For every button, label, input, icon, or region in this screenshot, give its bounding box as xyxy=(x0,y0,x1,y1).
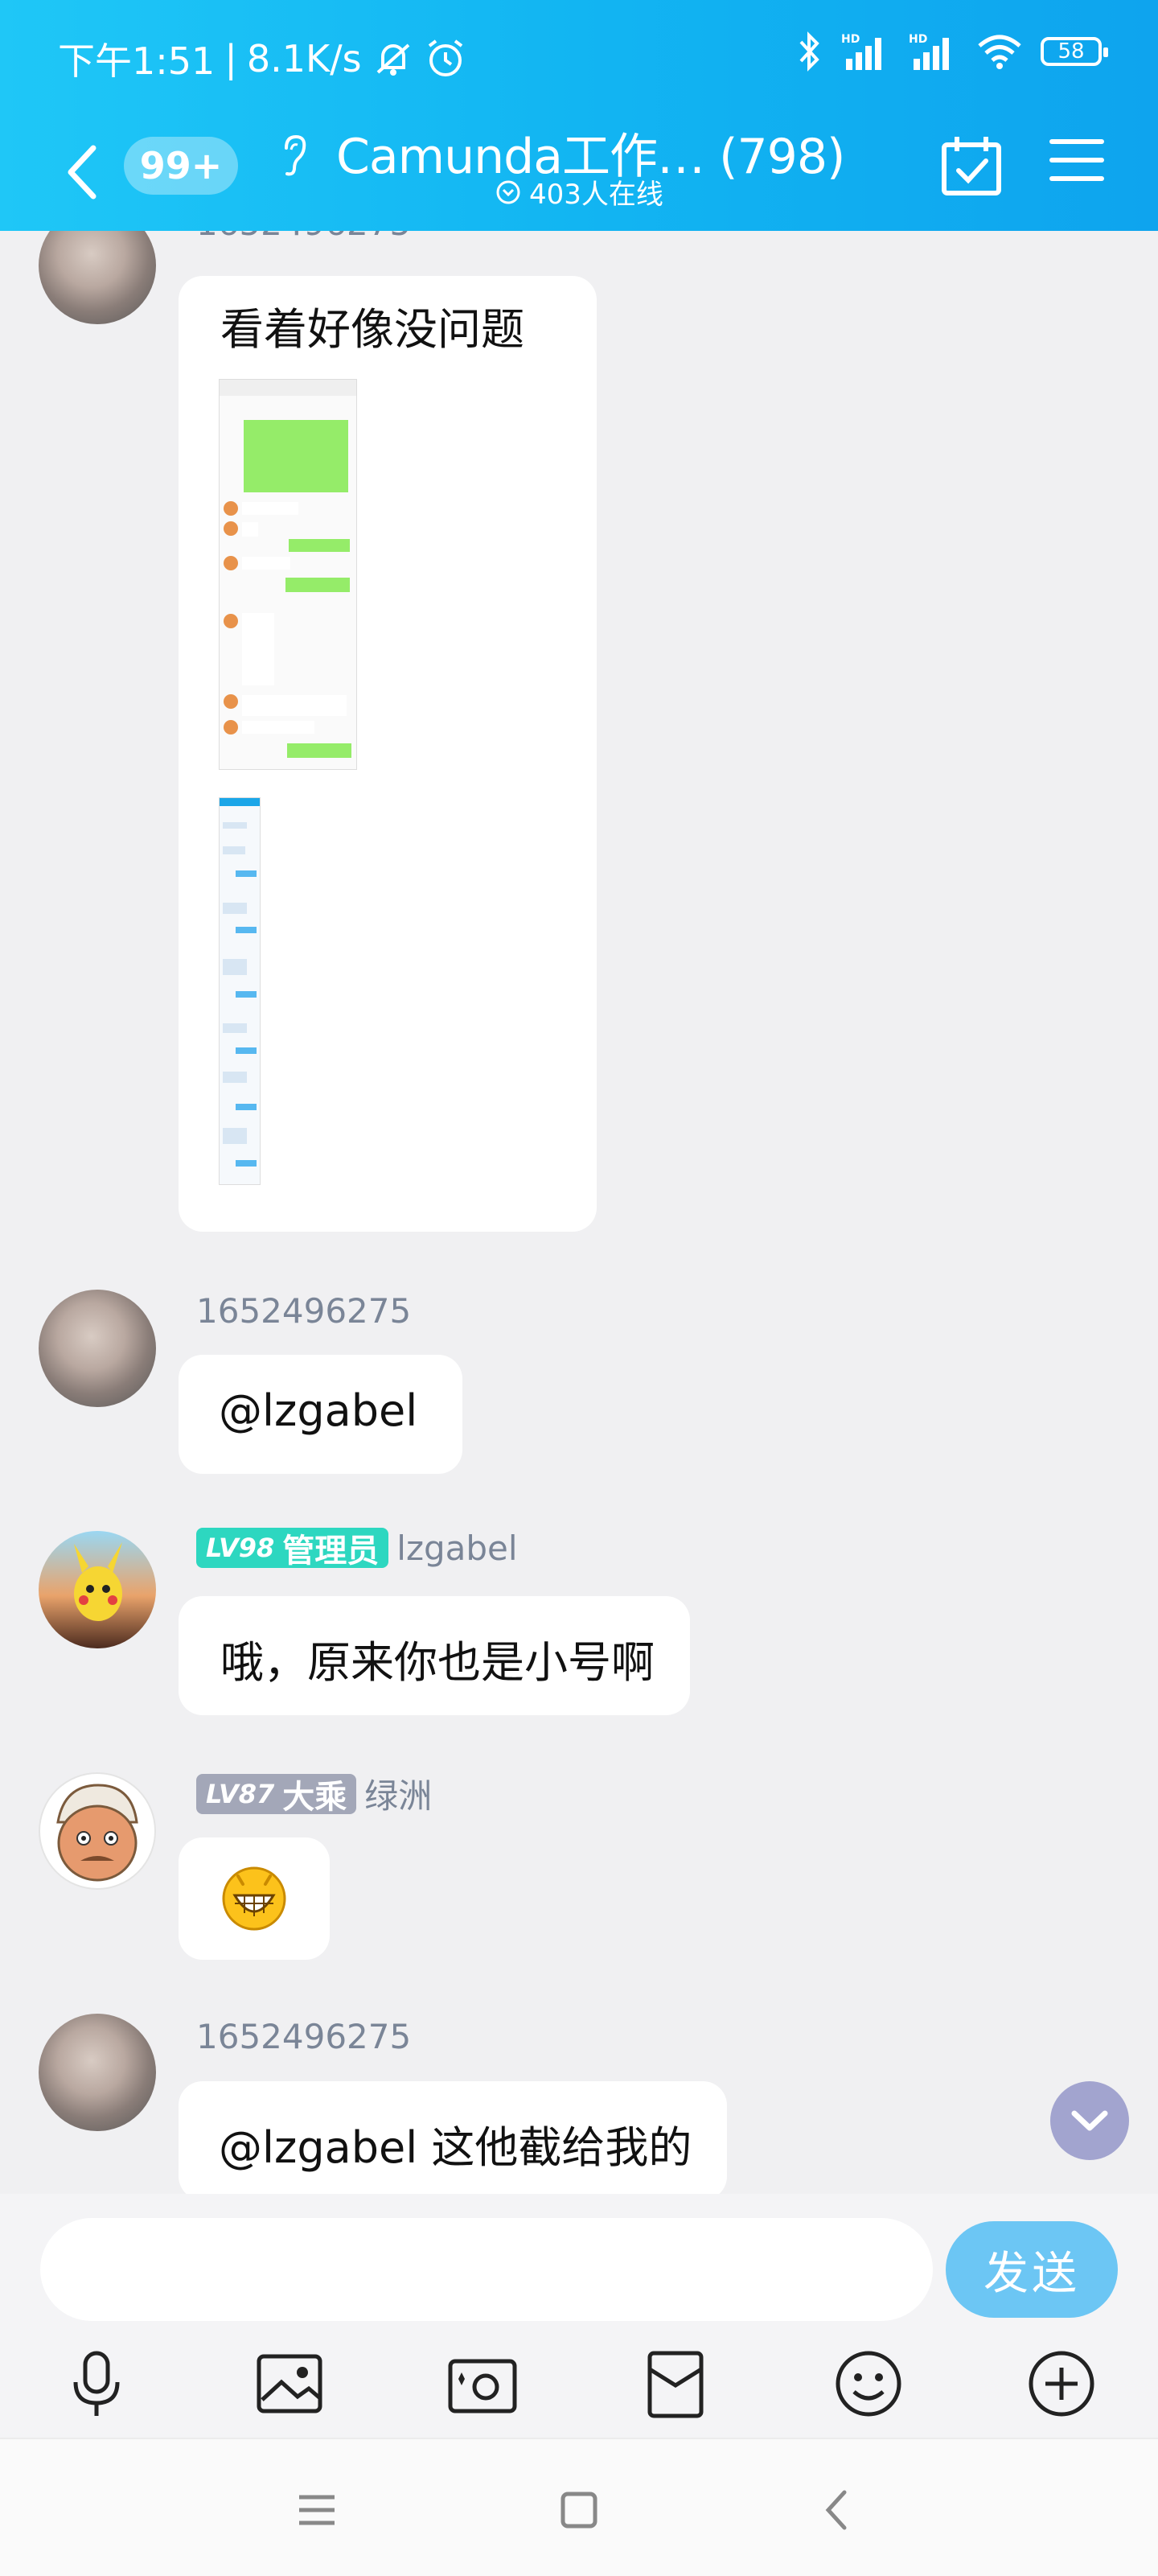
message-text: 哦，原来你也是小号啊 xyxy=(220,1637,655,1688)
avatar[interactable] xyxy=(39,2014,156,2131)
image-thumbnail[interactable] xyxy=(219,797,261,1185)
message-text: @lzgabel xyxy=(219,1385,418,1436)
message-text: @lzgabel 这他截给我的 xyxy=(219,2122,692,2173)
cartoon-face-avatar-image xyxy=(56,1784,138,1882)
sender-line: LV87 大乘 绿洲 xyxy=(196,1769,432,1818)
message-list[interactable]: 1652496275 看着好像没问题 xyxy=(0,231,1158,2194)
status-right: HD HD 58 xyxy=(796,31,1108,72)
nav-row: 99+ Camunda工作… (798) 403人在线 xyxy=(0,113,1158,231)
ear-icon xyxy=(285,134,306,176)
message-input[interactable] xyxy=(40,2218,933,2321)
chevron-down-icon xyxy=(1071,2110,1108,2131)
voice-icon[interactable] xyxy=(60,2347,133,2421)
sender-line: LV98 管理员 lzgabel xyxy=(196,1528,518,1570)
status-divider: | xyxy=(224,37,237,80)
recents-icon[interactable] xyxy=(293,2486,341,2534)
signal-icon: HD xyxy=(841,33,881,70)
status-time: 下午1:51 xyxy=(58,39,216,83)
scroll-to-bottom-button[interactable] xyxy=(1050,2081,1129,2160)
message-bubble[interactable]: 看着好像没问题 xyxy=(179,276,597,1232)
online-count: 403人在线 xyxy=(529,179,663,211)
level-badge: LV98 管理员 xyxy=(196,1528,389,1570)
message-bubble[interactable] xyxy=(179,1837,330,1960)
signal-icon-2: HD xyxy=(909,33,949,70)
avatar[interactable] xyxy=(39,1290,156,1407)
chevron-down-circle-icon xyxy=(496,180,520,204)
online-status: 403人在线 xyxy=(495,172,663,212)
avatar[interactable] xyxy=(39,1531,156,1648)
role-text: 大乘 xyxy=(282,1778,347,1816)
back-nav-icon[interactable] xyxy=(814,2486,862,2534)
image-thumbnail[interactable] xyxy=(219,379,357,770)
wifi-icon xyxy=(978,35,1021,69)
back-icon[interactable] xyxy=(56,130,105,211)
avatar[interactable] xyxy=(39,1772,156,1890)
status-left: 下午1:51 | 8.1K/s xyxy=(58,32,466,85)
emoji-icon[interactable] xyxy=(832,2347,905,2421)
camera-icon[interactable] xyxy=(446,2347,519,2421)
sender-name: 1652496275 xyxy=(196,1291,412,1331)
composer: 发送 xyxy=(0,2194,1158,2438)
pikachu-avatar-image xyxy=(74,1542,122,1621)
sender-name: lzgabel xyxy=(396,1528,518,1568)
svg-text:HD: HD xyxy=(909,33,927,46)
menu-icon[interactable] xyxy=(1049,135,1105,185)
red-packet-icon[interactable] xyxy=(639,2347,712,2421)
role-text: 管理员 xyxy=(282,1533,380,1570)
sender-name: 1652496275 xyxy=(196,2017,412,2056)
message-bubble[interactable]: 哦，原来你也是小号啊 xyxy=(179,1596,690,1715)
status-bar: 下午1:51 | 8.1K/s HD HD 58 xyxy=(0,0,1158,113)
sender-name: 1652496275 xyxy=(196,231,411,243)
unread-badge[interactable]: 99+ xyxy=(124,137,238,195)
long-screenshot-image xyxy=(220,798,260,1167)
send-button[interactable]: 发送 xyxy=(946,2221,1118,2318)
level-badge: LV87 大乘 xyxy=(196,1773,357,1816)
chat-screenshot-image xyxy=(220,380,356,758)
battery-indicator: 58 xyxy=(1041,37,1108,66)
bluetooth-icon xyxy=(799,31,819,72)
mute-bell-icon xyxy=(376,43,409,76)
sender-name: 绿洲 xyxy=(364,1776,433,1816)
level-text: LV98 xyxy=(206,1533,275,1563)
system-nav-bar xyxy=(0,2438,1158,2576)
add-icon[interactable] xyxy=(1025,2347,1098,2421)
message-bubble[interactable]: @lzgabel 这他截给我的 xyxy=(179,2081,728,2194)
avatar[interactable] xyxy=(39,231,156,324)
chat-header: 下午1:51 | 8.1K/s HD HD 58 99+ Camunda工作… … xyxy=(0,0,1158,231)
alarm-icon xyxy=(428,39,462,76)
image-icon[interactable] xyxy=(253,2347,326,2421)
message-bubble[interactable]: @lzgabel xyxy=(179,1355,463,1474)
level-text: LV87 xyxy=(206,1778,275,1809)
calendar-check-icon[interactable] xyxy=(941,134,1002,198)
message-text: 看着好像没问题 xyxy=(220,304,524,355)
grinning-emoji-icon xyxy=(222,1866,286,1931)
svg-text:HD: HD xyxy=(841,33,860,46)
net-speed: 8.1K/s xyxy=(246,37,362,80)
home-icon[interactable] xyxy=(555,2486,603,2534)
